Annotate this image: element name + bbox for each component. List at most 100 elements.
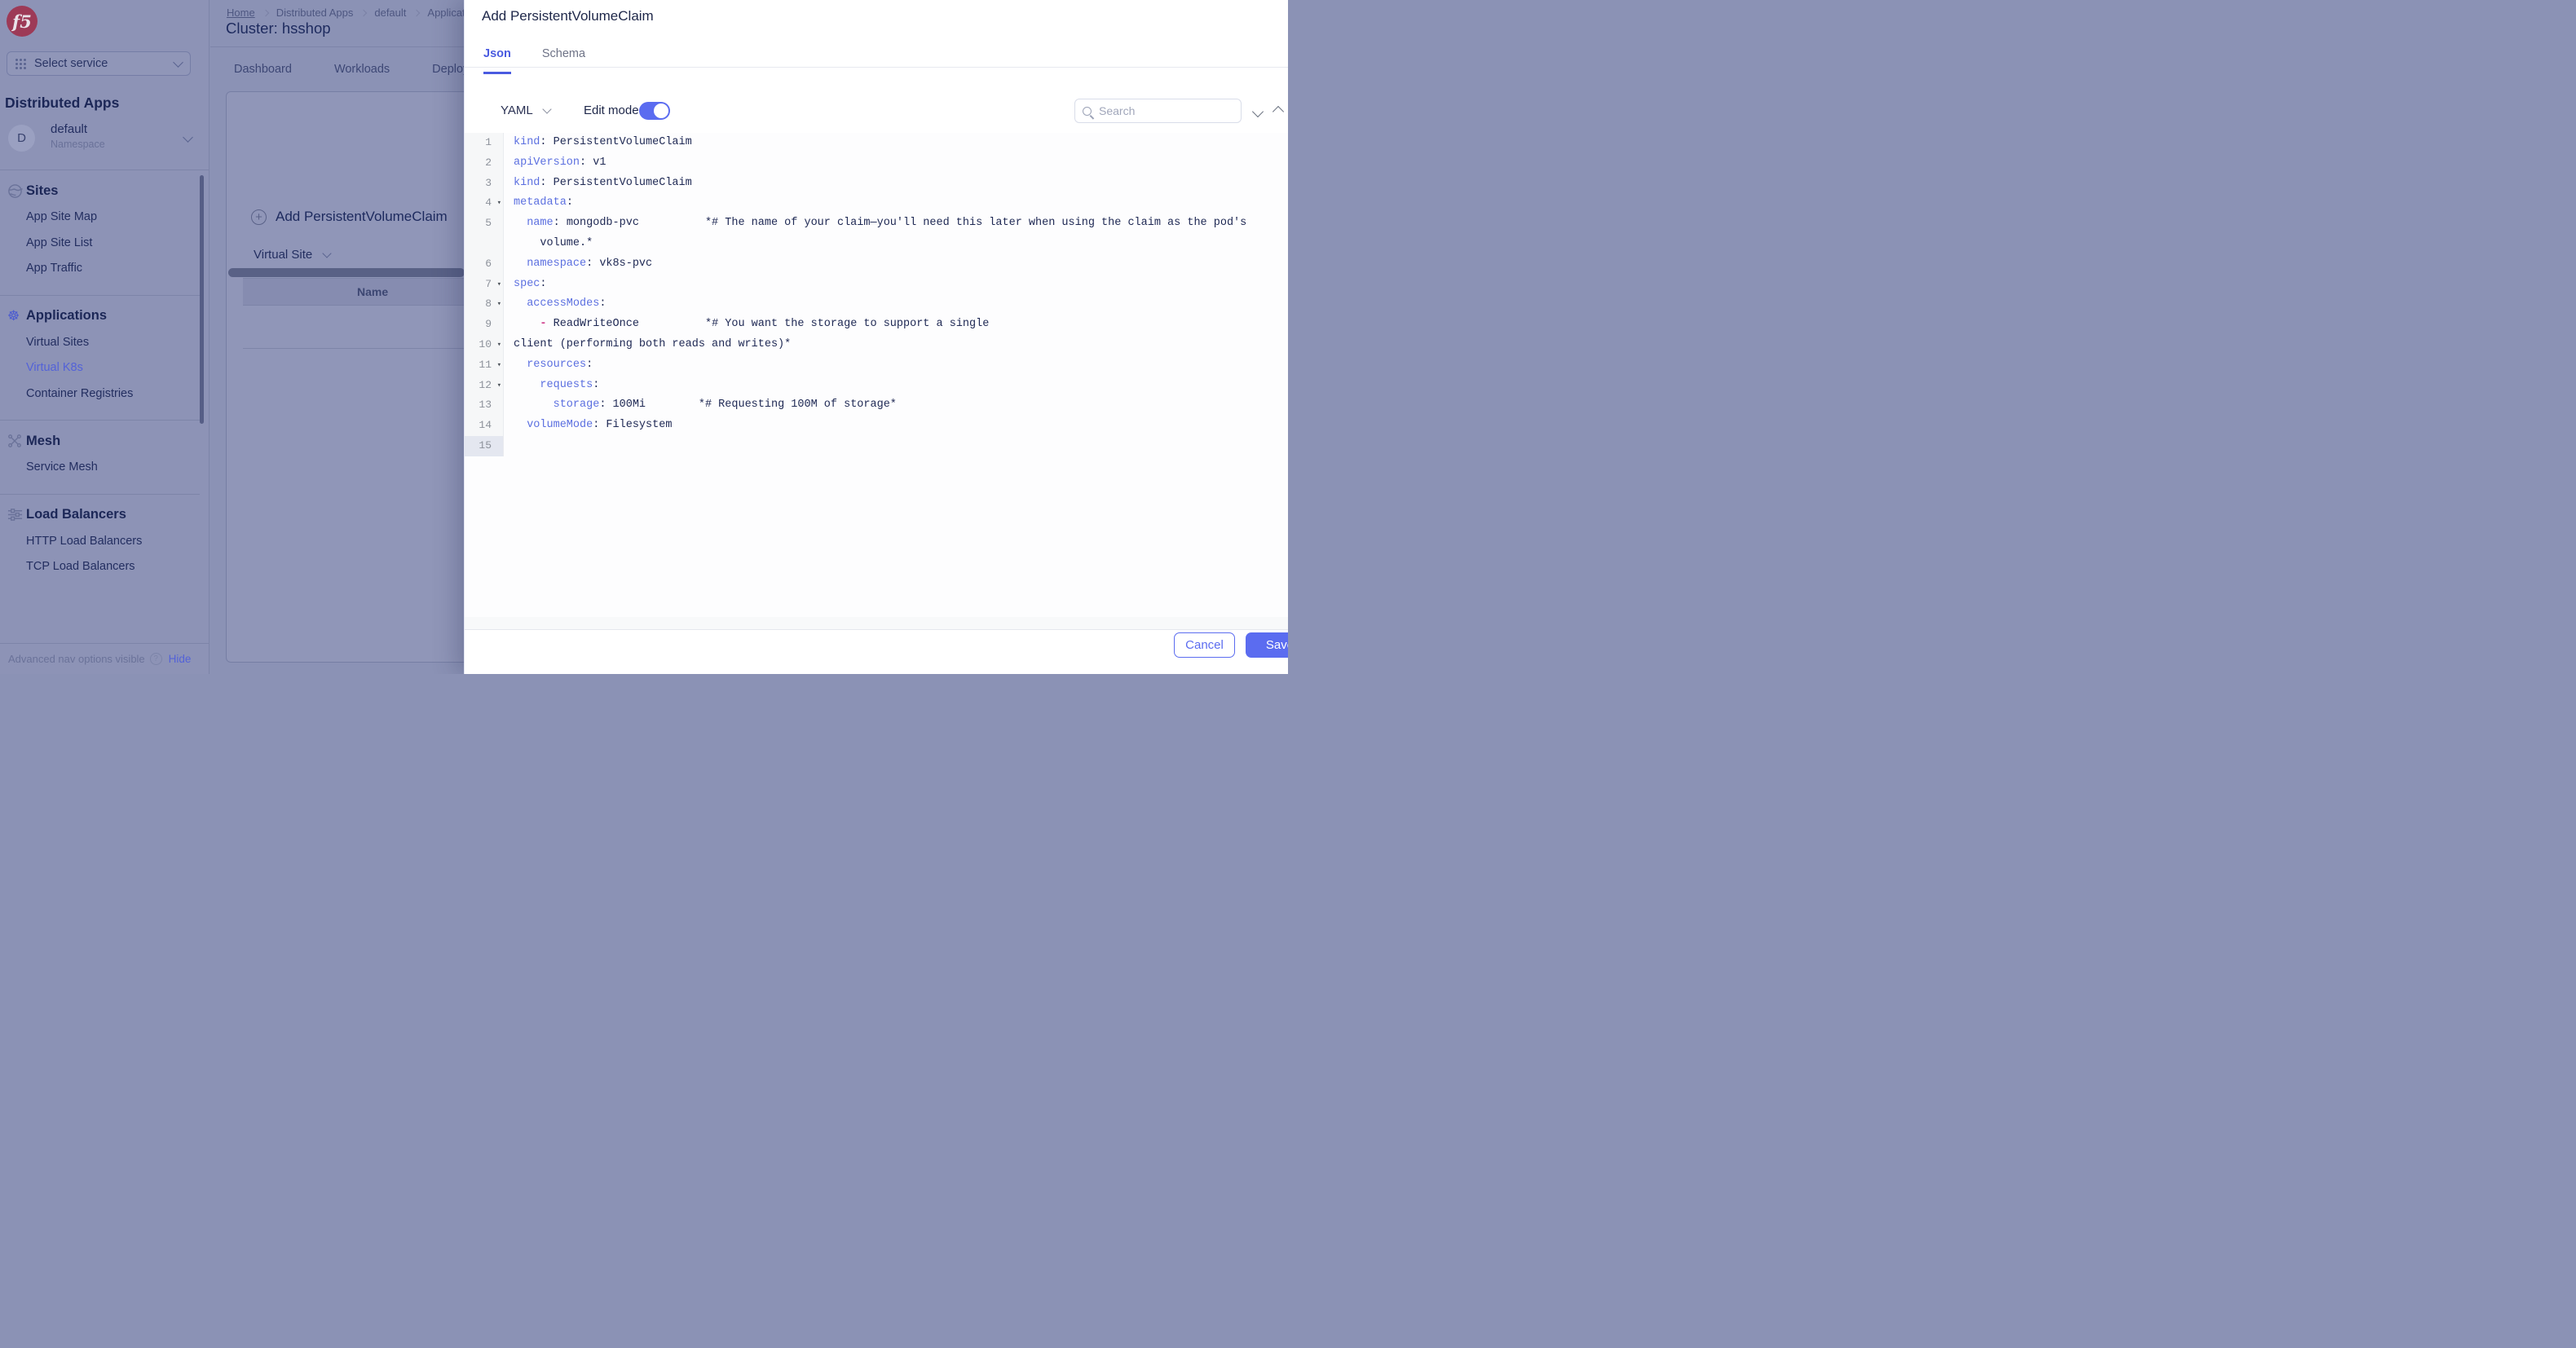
code-line-number: 14	[465, 416, 504, 436]
code-line-number: 1	[465, 133, 504, 153]
search-prev-chevron-up-icon[interactable]	[1274, 105, 1287, 116]
kubernetes-icon: ☸	[7, 309, 26, 323]
sidebar-section-sites: Sites App Site MapApp Site ListApp Traffi…	[0, 170, 200, 296]
code-line-content[interactable]: kind: PersistentVolumeClaim	[504, 133, 692, 153]
code-line-content[interactable]: namespace: vk8s-pvc	[504, 254, 652, 275]
code-line-number: 15	[465, 436, 504, 456]
search-next-chevron-down-icon[interactable]	[1254, 105, 1267, 116]
globe-icon	[7, 183, 26, 199]
select-service-dropdown[interactable]: Select service	[7, 51, 191, 76]
namespace-selector[interactable]: D default Namespace	[0, 121, 210, 161]
horizontal-scrollbar[interactable]	[228, 268, 465, 277]
code-line: 3kind: PersistentVolumeClaim	[465, 174, 1288, 194]
sidebar-section-label: Sites	[26, 183, 58, 199]
sidebar-section-header[interactable]: Mesh	[0, 432, 200, 455]
collapse-caret-icon[interactable]: ▾	[497, 355, 501, 376]
code-line-content[interactable]: requests:	[504, 376, 599, 396]
edit-mode-toggle[interactable]	[639, 102, 670, 120]
code-line-content[interactable]: metadata:	[504, 193, 573, 214]
modal-tab-json[interactable]: Json	[483, 47, 511, 74]
collapse-caret-icon[interactable]: ▾	[497, 275, 501, 295]
code-line: 12▾ requests:	[465, 376, 1288, 396]
sidebar-item-tcp-load-balancers[interactable]: TCP Load Balancers	[0, 554, 200, 580]
tab-dashboard[interactable]: Dashboard	[234, 63, 292, 76]
format-select[interactable]: YAML	[501, 104, 550, 117]
code-line-content[interactable]: client (performing both reads and writes…	[504, 335, 791, 355]
chevron-down-icon	[323, 249, 332, 258]
collapse-caret-icon[interactable]: ▾	[497, 193, 501, 214]
apps-grid-icon	[15, 59, 26, 69]
code-line-content[interactable]: apiVersion: v1	[504, 153, 606, 174]
sidebar-section-applications: ☸ApplicationsVirtual SitesVirtual K8sCon…	[0, 296, 200, 421]
chevron-down-icon	[542, 104, 551, 113]
modal-tab-schema[interactable]: Schema	[542, 47, 585, 74]
modal-tabs: Json Schema	[483, 47, 585, 74]
sidebar-item-virtual-k8s[interactable]: Virtual K8s	[0, 355, 200, 381]
help-icon[interactable]: ?	[150, 653, 162, 665]
code-line: 9 - ReadWriteOnce *# You want the storag…	[465, 315, 1288, 335]
code-line-number: 6	[465, 254, 504, 275]
f5-logo[interactable]: f5	[7, 6, 37, 37]
cluster-tabs: DashboardWorkloadsDeploymen	[234, 63, 492, 76]
sidebar-item-app-site-list[interactable]: App Site List	[0, 231, 200, 257]
sidebar-item-app-traffic[interactable]: App Traffic	[0, 256, 200, 282]
virtual-site-label: Virtual Site	[254, 248, 312, 262]
code-line-content[interactable]: volume.*	[504, 234, 593, 254]
yaml-code-editor[interactable]: 1kind: PersistentVolumeClaim2apiVersion:…	[465, 133, 1288, 629]
sidebar-item-app-site-map[interactable]: App Site Map	[0, 205, 200, 231]
breadcrumb: Home Distributed Apps default Applicati	[227, 7, 468, 19]
breadcrumb-item[interactable]: Home	[227, 7, 255, 19]
collapse-caret-icon[interactable]: ▾	[497, 335, 501, 355]
sidebar-section-mesh: Mesh Service Mesh	[0, 421, 200, 495]
code-line-content[interactable]: accessModes:	[504, 294, 606, 315]
sidebar-item-virtual-sites[interactable]: Virtual Sites	[0, 330, 200, 356]
modal-footer-divider	[465, 629, 1288, 630]
code-line-number: 4▾	[465, 193, 504, 214]
code-line-number: 7▾	[465, 275, 504, 295]
hide-advanced-nav-link[interactable]: Hide	[169, 653, 192, 665]
breadcrumb-item[interactable]: Applicati	[427, 7, 467, 19]
search-input[interactable]	[1099, 104, 1229, 117]
code-line: 1kind: PersistentVolumeClaim	[465, 133, 1288, 153]
save-button[interactable]: Save	[1246, 632, 1288, 658]
breadcrumb-item[interactable]: Distributed Apps	[276, 7, 354, 19]
sidebar-item-service-mesh[interactable]: Service Mesh	[0, 455, 200, 481]
code-line: 15	[465, 436, 1288, 456]
breadcrumb-item[interactable]: default	[374, 7, 406, 19]
sidebar-service-title: Distributed Apps	[5, 95, 119, 112]
collapse-caret-icon[interactable]: ▾	[497, 294, 501, 315]
code-line: 13 storage: 100Mi *# Requesting 100M of …	[465, 395, 1288, 416]
code-line-number: 8▾	[465, 294, 504, 315]
code-line: 7▾spec:	[465, 275, 1288, 295]
sidebar-scrollbar[interactable]	[200, 175, 204, 424]
editor-bottom-strip	[465, 617, 1288, 629]
code-line-content[interactable]: storage: 100Mi *# Requesting 100M of sto…	[504, 395, 897, 416]
virtual-site-filter[interactable]: Virtual Site	[254, 248, 330, 262]
code-line-content[interactable]: - ReadWriteOnce *# You want the storage …	[504, 315, 989, 335]
sidebar-section-label: Mesh	[26, 434, 60, 449]
cancel-button[interactable]: Cancel	[1174, 632, 1235, 658]
tab-workloads[interactable]: Workloads	[334, 63, 390, 76]
sidebar-section-header[interactable]: ☸Applications	[0, 307, 200, 330]
code-line-content[interactable]	[504, 436, 514, 456]
sidebar-item-container-registries[interactable]: Container Registries	[0, 381, 200, 407]
code-line-content[interactable]: spec:	[504, 275, 547, 295]
breadcrumb-separator-icon	[262, 9, 268, 15]
code-line-content[interactable]: kind: PersistentVolumeClaim	[504, 174, 692, 194]
code-line-number	[465, 234, 504, 254]
sidebar-section-label: Applications	[26, 308, 107, 324]
search-box	[1074, 99, 1242, 123]
code-line-content[interactable]: resources:	[504, 355, 593, 376]
collapse-caret-icon[interactable]: ▾	[497, 376, 501, 396]
sidebar-section-header[interactable]: Sites	[0, 182, 200, 205]
code-line-number: 3	[465, 174, 504, 194]
code-line-content[interactable]: volumeMode: Filesystem	[504, 416, 672, 436]
table-header-name: Name	[357, 285, 388, 298]
sidebar-section-header[interactable]: Load Balancers	[0, 506, 200, 529]
add-pvc-section-label: Add PersistentVolumeClaim	[276, 209, 448, 225]
code-line-number: 13	[465, 395, 504, 416]
code-line-content[interactable]: name: mongodb-pvc *# The name of your cl…	[504, 214, 1246, 234]
sidebar-item-http-load-balancers[interactable]: HTTP Load Balancers	[0, 529, 200, 555]
advanced-nav-status: Advanced nav options visible	[8, 653, 145, 665]
add-pvc-section-title[interactable]: + Add PersistentVolumeClaim	[251, 209, 448, 225]
